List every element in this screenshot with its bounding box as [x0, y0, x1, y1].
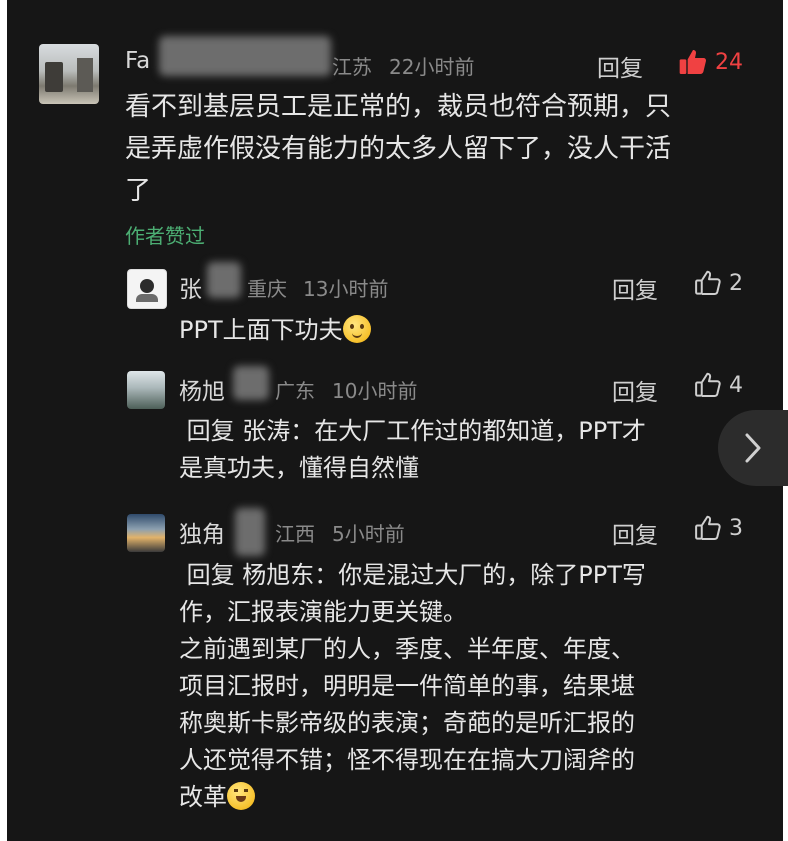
- thumbs-up-icon: [695, 372, 721, 397]
- timestamp: 22小时前: [389, 55, 475, 79]
- reply-text: PPT上面下功夫: [179, 312, 371, 349]
- reply-button[interactable]: 回复: [612, 373, 658, 407]
- timestamp: 10小时前: [332, 379, 418, 403]
- reply-text-line: 作，汇报表演能力更关键。: [179, 598, 467, 626]
- location: 广东: [275, 379, 315, 403]
- thumbs-up-icon: [695, 270, 721, 295]
- thumbs-up-icon: [695, 515, 721, 540]
- like-button[interactable]: 2: [693, 268, 743, 298]
- avatar[interactable]: [127, 371, 165, 409]
- reply-text: 回复 张涛：在大厂工作过的都知道，PPT才 是真功夫，懂得自然懂: [179, 417, 646, 482]
- laugh-emoji-icon: [227, 782, 255, 810]
- like-count: 24: [715, 49, 743, 75]
- comment-text: 看不到基层员工是正常的，裁员也符合预期，只 是弄虚作假没有能力的太多人留下了，没…: [125, 92, 672, 206]
- reply-text-content: PPT上面下功夫: [179, 316, 343, 344]
- username[interactable]: 杨旭: [179, 372, 225, 406]
- reply-button[interactable]: 回复: [612, 516, 658, 550]
- username[interactable]: 独角: [179, 515, 225, 549]
- smile-emoji-icon: [342, 315, 371, 343]
- location: 江西: [275, 522, 315, 546]
- reply-text-line: 人还觉得不错；怪不得现在在搞大刀阔斧的: [179, 746, 635, 774]
- username-redaction: [233, 366, 269, 400]
- username-redaction: [207, 262, 241, 298]
- reply-text-line: 之前遇到某厂的人，季度、半年度、年度、: [179, 635, 635, 663]
- reply-text-line: 改革: [179, 783, 227, 811]
- avatar[interactable]: [127, 269, 167, 309]
- username[interactable]: Fa: [125, 48, 150, 74]
- reply-text-line: 项目汇报时，明明是一件简单的事，结果堪: [179, 672, 635, 700]
- location: 江苏: [332, 55, 372, 79]
- like-count: 4: [729, 372, 743, 398]
- comment-thread: Fa 江苏 22小时前 回复 24 看不到基层员工是正常的，裁员也符合预期，只 …: [7, 0, 783, 841]
- reply-text: 回复 杨旭东：你是混过大厂的，除了PPT写 作，汇报表演能力更关键。 之前遇到某…: [179, 557, 646, 816]
- author-liked-badge: 作者赞过: [125, 224, 205, 248]
- username-redaction: [235, 508, 265, 556]
- thumbs-up-filled-icon: [679, 50, 707, 74]
- like-button[interactable]: 24: [677, 46, 743, 78]
- username[interactable]: 张: [179, 270, 202, 304]
- timestamp: 5小时前: [332, 522, 405, 546]
- reply-text-line: 称奥斯卡影帝级的表演；奇葩的是听汇报的: [179, 709, 635, 737]
- reply-button[interactable]: 回复: [612, 271, 658, 305]
- reply-text-line: 回复 杨旭东：你是混过大厂的，除了PPT写: [179, 561, 646, 589]
- reply-button[interactable]: 回复: [597, 49, 643, 83]
- avatar[interactable]: [127, 514, 165, 552]
- timestamp: 13小时前: [303, 277, 389, 301]
- username-redaction: [159, 36, 331, 76]
- location: 重庆: [247, 277, 287, 301]
- like-count: 2: [729, 270, 743, 296]
- like-count: 3: [729, 515, 743, 541]
- chevron-right-icon: [745, 433, 761, 463]
- like-button[interactable]: 4: [693, 370, 743, 400]
- like-button[interactable]: 3: [693, 513, 743, 543]
- avatar[interactable]: [39, 44, 99, 104]
- next-button[interactable]: [718, 410, 788, 486]
